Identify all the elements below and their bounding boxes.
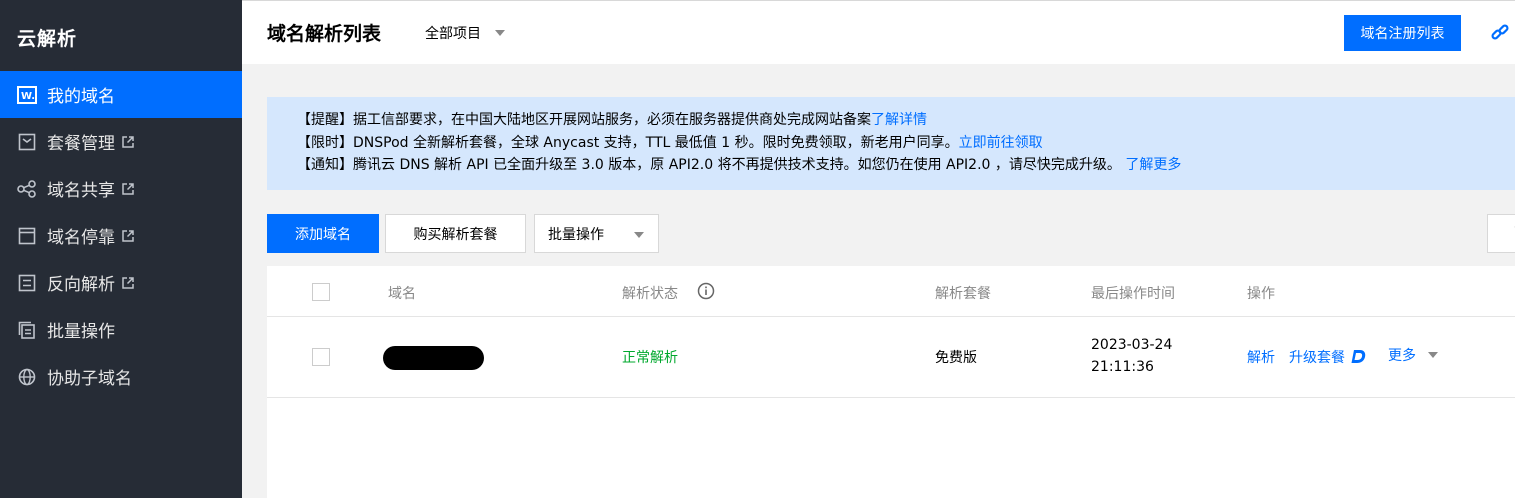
column-header-domain: 域名: [388, 286, 416, 302]
external-link-icon: [122, 276, 134, 289]
sidebar-item-reverse-resolution[interactable]: 反向解析: [0, 259, 242, 306]
notice-text: 【提醒】据工信部要求，在中国大陆地区开展网站服务，必须在服务器提供商处完成网站备…: [297, 112, 871, 128]
domain-w-icon: W.: [17, 85, 37, 105]
column-header-package: 解析套餐: [935, 286, 991, 302]
globe-icon: [17, 367, 37, 387]
upgrade-package-link[interactable]: 升级套餐: [1289, 347, 1367, 368]
sidebar-item-label: 批量操作: [47, 322, 115, 342]
notice-link-details[interactable]: 了解详情: [871, 112, 927, 128]
last-modified-date: 2023-03-24: [1091, 337, 1173, 353]
chevron-down-icon: [495, 30, 505, 36]
page-title: 域名解析列表: [267, 23, 382, 45]
sidebar-item-label: 反向解析: [47, 275, 115, 295]
sidebar-item-label: 域名共享: [47, 181, 115, 201]
column-header-last-modified: 最后操作时间: [1091, 286, 1175, 302]
table-header: 域名 解析状态 解析套餐 最后操作时间 操作: [267, 266, 1515, 317]
top-header: 域名解析列表 全部项目 域名注册列表: [242, 0, 1515, 64]
sidebar-item-label: 套餐管理: [47, 134, 115, 154]
notice-text: 【限时】DNSPod 全新解析套餐，全球 Anycast 支持，TTL 最低值 …: [297, 134, 959, 151]
link-icon[interactable]: [1490, 23, 1510, 47]
notice-link-more[interactable]: 了解更多: [1125, 157, 1181, 173]
sidebar-item-domain-share[interactable]: 域名共享: [0, 165, 242, 212]
project-select-value: 全部项目: [425, 26, 481, 42]
package-icon: [17, 132, 37, 152]
chevron-down-icon: [634, 232, 644, 238]
more-actions-dropdown[interactable]: 更多: [1388, 345, 1439, 365]
notice-text: 【通知】腾讯云 DNS 解析 API 已全面升级至 3.0 版本，原 API2.…: [297, 157, 1126, 173]
sidebar-item-package-management[interactable]: 套餐管理: [0, 118, 242, 165]
last-modified-time: 21:11:36: [1091, 359, 1154, 375]
more-label: 更多: [1388, 348, 1416, 364]
domain-register-list-button[interactable]: 域名注册列表: [1344, 15, 1461, 51]
resolve-link[interactable]: 解析: [1247, 347, 1275, 367]
sidebar-item-my-domains[interactable]: W. 我的域名: [0, 71, 242, 118]
external-link-icon: [122, 182, 134, 195]
external-link-icon: [122, 135, 134, 148]
sidebar-nav: W. 我的域名 套餐管理 域名共享 域名停靠 反向解析 批量操作 协助子域名: [0, 71, 242, 400]
table-row: 正常解析 免费版 2023-03-24 21:11:36 解析 升级套餐 更多: [267, 317, 1515, 398]
buy-package-button[interactable]: 购买解析套餐: [385, 214, 526, 253]
sidebar-item-label: 我的域名: [47, 87, 115, 107]
sidebar-item-batch-operations[interactable]: 批量操作: [0, 306, 242, 353]
notice-line: 【提醒】据工信部要求，在中国大陆地区开展网站服务，必须在服务器提供商处完成网站备…: [297, 109, 1515, 132]
batch-select-value: 批量操作: [548, 226, 604, 243]
external-link-icon: [122, 229, 134, 242]
package-value: 免费版: [935, 350, 977, 366]
chevron-down-icon: [1428, 352, 1439, 358]
sidebar-item-domain-parking[interactable]: 域名停靠: [0, 212, 242, 259]
project-select[interactable]: 全部项目: [425, 23, 505, 43]
dnspod-d-icon: [1351, 349, 1367, 368]
domain-table: 域名 解析状态 解析套餐 最后操作时间 操作 正常解析 免费版 2023-03-…: [267, 266, 1515, 498]
sidebar-item-label: 域名停靠: [47, 228, 115, 248]
add-domain-button[interactable]: 添加域名: [267, 214, 379, 253]
sidebar-item-label: 协助子域名: [47, 369, 132, 389]
select-all-checkbox[interactable]: [312, 283, 330, 301]
notice-banner: 【提醒】据工信部要求，在中国大陆地区开展网站服务，必须在服务器提供商处完成网站备…: [267, 97, 1515, 190]
notice-link-claim[interactable]: 立即前往领取: [959, 135, 1043, 151]
parking-icon: [17, 226, 37, 246]
notice-line: 【限时】DNSPod 全新解析套餐，全球 Anycast 支持，TTL 最低值 …: [297, 132, 1515, 155]
info-icon[interactable]: [697, 282, 715, 304]
upgrade-label: 升级套餐: [1289, 350, 1345, 366]
reverse-icon: [17, 273, 37, 293]
sidebar-item-assist-subdomain[interactable]: 协助子域名: [0, 353, 242, 400]
column-header-actions: 操作: [1247, 286, 1275, 302]
status-badge: 正常解析: [622, 350, 678, 366]
column-header-status: 解析状态: [622, 286, 678, 302]
share-icon: [17, 179, 37, 199]
sidebar: 云解析 W. 我的域名 套餐管理 域名共享 域名停靠 反向解析 批量操作 协助子…: [0, 0, 242, 498]
svg-text:W.: W.: [21, 91, 35, 102]
row-checkbox[interactable]: [312, 348, 330, 366]
redacted-domain-name[interactable]: [383, 346, 484, 370]
notice-line: 【通知】腾讯云 DNS 解析 API 已全面升级至 3.0 版本，原 API2.…: [297, 154, 1515, 177]
brand-title: 云解析: [17, 28, 78, 50]
advanced-search-button[interactable]: 高: [1487, 214, 1515, 253]
batch-operation-select[interactable]: 批量操作: [534, 214, 659, 253]
batch-icon: [17, 320, 37, 340]
